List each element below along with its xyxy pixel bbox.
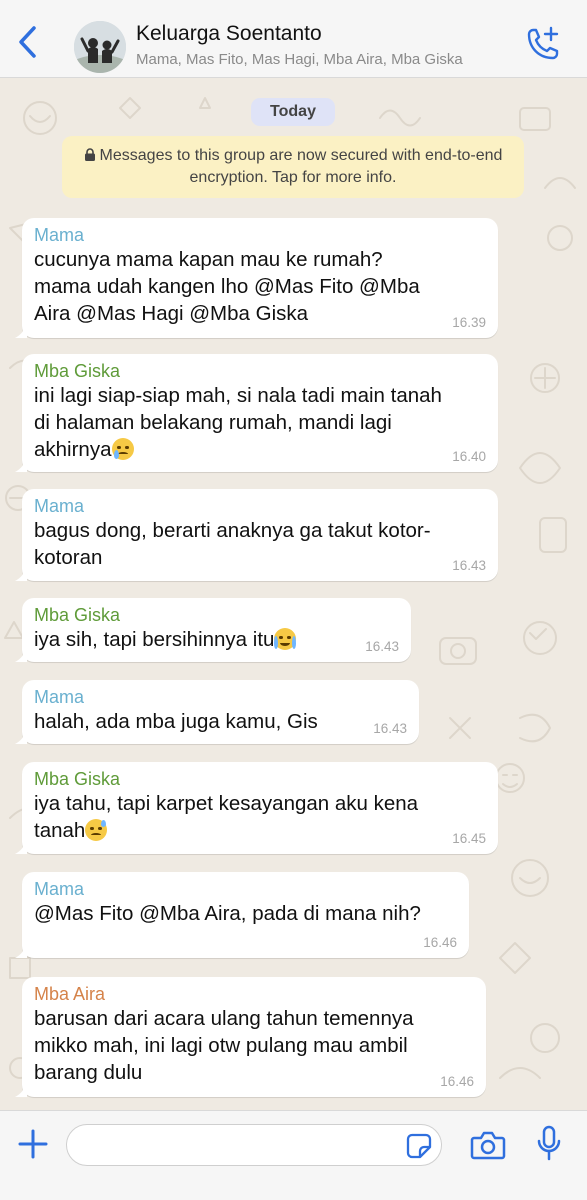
add-call-icon (527, 26, 559, 60)
message-time: 16.46 (440, 1074, 474, 1089)
chat-title[interactable]: Keluarga Soentanto (136, 22, 322, 46)
bubble-tail (15, 567, 27, 581)
message-text: iya tahu, tapi karpet kesayangan aku ken… (34, 790, 486, 844)
message-bubble[interactable]: Mba Giska iya sih, tapi bersihinnya itu … (15, 598, 411, 662)
message-bubble[interactable]: Mba Aira barusan dari acara ulang tahun … (15, 977, 486, 1097)
message-sender[interactable]: Mba Giska (34, 360, 486, 382)
message-sender[interactable]: Mama (34, 224, 486, 246)
bubble-tail (15, 840, 27, 854)
group-avatar[interactable] (74, 21, 126, 73)
sticker-button[interactable] (406, 1133, 432, 1159)
camera-icon (470, 1131, 506, 1160)
message-bubble[interactable]: Mba Giska iya tahu, tapi karpet kesayang… (15, 762, 498, 854)
message-bubble[interactable]: Mama cucunya mama kapan mau ke rumah? ma… (15, 218, 498, 338)
message-sender[interactable]: Mba Giska (34, 768, 486, 790)
chat-area[interactable]: Today Messages to this group are now sec… (0, 78, 587, 1110)
plus-icon (18, 1129, 48, 1159)
microphone-icon (537, 1125, 561, 1161)
message-bubble[interactable]: Mama halah, ada mba juga kamu, Gis 16.43 (15, 680, 419, 744)
message-time: 16.43 (365, 639, 399, 654)
bubble-tail (15, 1083, 27, 1097)
back-button[interactable] (10, 22, 46, 62)
message-input[interactable] (66, 1124, 442, 1166)
sad-sweat-face-icon (85, 819, 108, 841)
message-sender[interactable]: Mama (34, 495, 486, 517)
message-text: iya sih, tapi bersihinnya itu (34, 626, 399, 653)
attach-button[interactable] (16, 1127, 50, 1161)
chevron-left-icon (19, 26, 36, 58)
message-time: 16.46 (423, 935, 457, 950)
message-time: 16.40 (452, 449, 486, 464)
camera-button[interactable] (470, 1129, 506, 1161)
microphone-button[interactable] (536, 1125, 562, 1163)
message-text-content: iya sih, tapi bersihinnya itu (34, 628, 275, 651)
message-time: 16.45 (452, 831, 486, 846)
chat-members[interactable]: Mama, Mas Fito, Mas Hagi, Mba Aira, Mba … (136, 51, 496, 68)
lock-icon (84, 148, 95, 161)
bubble-tail (15, 944, 27, 958)
message-bubble[interactable]: Mama @Mas Fito @Mba Aira, pada di mana n… (15, 872, 469, 958)
message-text: bagus dong, berarti anaknya ga takut kot… (34, 519, 431, 569)
message-text: barusan dari acara ulang tahun temennya … (34, 1007, 414, 1084)
message-time: 16.39 (452, 315, 486, 330)
encryption-notice-text: Messages to this group are now secured w… (99, 147, 503, 186)
encryption-notice[interactable]: Messages to this group are now secured w… (62, 136, 524, 198)
message-time: 16.43 (452, 558, 486, 573)
bubble-tail (15, 648, 27, 662)
chat-header: Keluarga Soentanto Mama, Mas Fito, Mas H… (0, 0, 587, 78)
bubble-tail (15, 324, 27, 338)
bubble-tail (15, 458, 27, 472)
bubble-tail (15, 730, 27, 744)
add-call-button[interactable] (520, 24, 564, 68)
message-sender[interactable]: Mba Giska (34, 604, 399, 626)
message-sender[interactable]: Mama (34, 686, 407, 708)
message-text-content: ini lagi siap-siap mah, si nala tadi mai… (34, 384, 442, 461)
message-text: cucunya mama kapan mau ke rumah? mama ud… (34, 248, 420, 325)
message-text: halah, ada mba juga kamu, Gis (34, 710, 318, 733)
message-sender[interactable]: Mama (34, 878, 457, 900)
crying-face-icon (111, 438, 134, 460)
message-bubble[interactable]: Mama bagus dong, berarti anaknya ga taku… (15, 489, 498, 581)
message-sender[interactable]: Mba Aira (34, 983, 474, 1005)
date-chip: Today (251, 98, 335, 126)
input-bar (0, 1110, 587, 1200)
sticker-icon (406, 1133, 432, 1159)
loudly-crying-face-icon (274, 628, 297, 650)
message-text: @Mas Fito @Mba Aira, pada di mana nih? (34, 902, 421, 925)
message-text: ini lagi siap-siap mah, si nala tadi mai… (34, 382, 486, 463)
message-bubble[interactable]: Mba Giska ini lagi siap-siap mah, si nal… (15, 354, 498, 472)
message-time: 16.43 (373, 721, 407, 736)
